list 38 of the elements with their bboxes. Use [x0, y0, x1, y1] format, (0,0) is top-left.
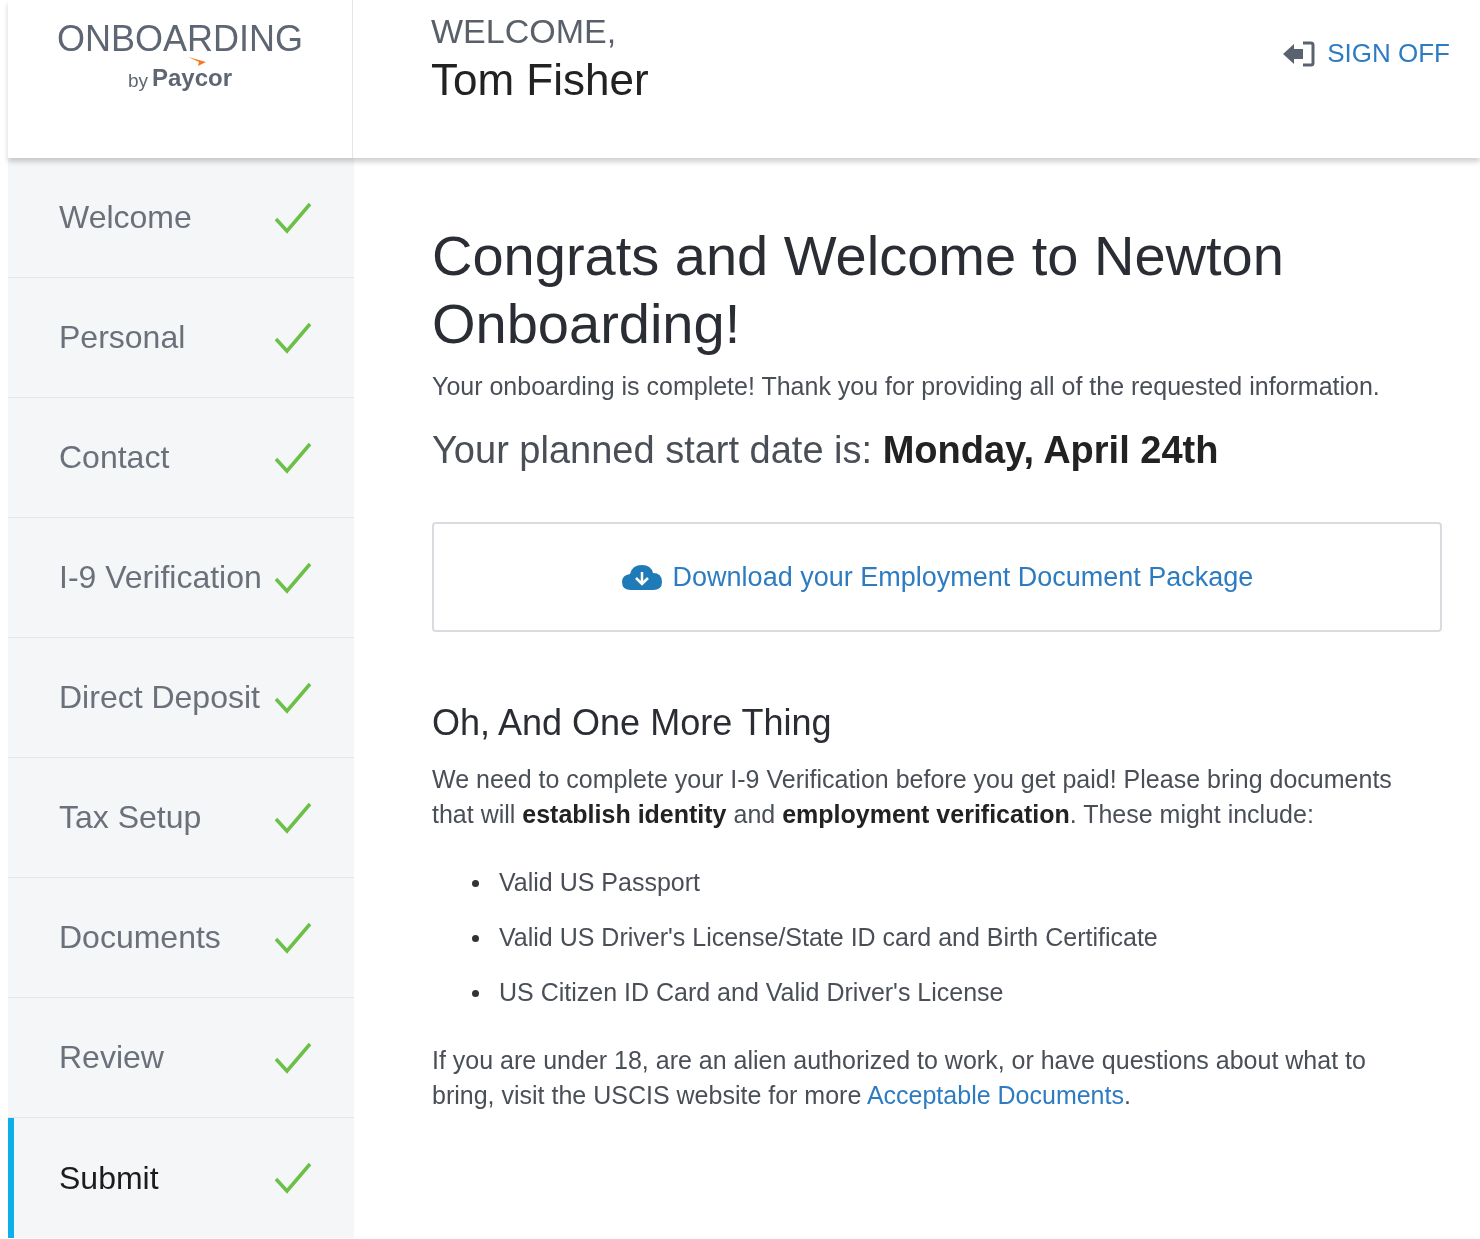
sidebar-item[interactable]: Welcome	[8, 158, 354, 278]
check-icon	[274, 561, 312, 594]
sign-off-button[interactable]: SIGN OFF	[1281, 38, 1450, 69]
check-icon	[274, 1041, 312, 1074]
document-item: Valid US Passport	[472, 868, 1442, 923]
sidebar-item[interactable]: Submit	[8, 1118, 354, 1238]
logo-title: ONBOARDING	[57, 18, 303, 60]
sign-out-icon	[1281, 39, 1316, 68]
section-heading: Oh, And One More Thing	[432, 702, 833, 744]
user-name: Tom Fisher	[431, 55, 650, 105]
sidebar-item[interactable]: I-9 Verification	[8, 518, 354, 638]
bird-icon	[188, 57, 206, 66]
note-text: We need to complete your I-9 Verification before you get paid! Please bring documents that will establish identity and employment verification. These might include:	[432, 764, 1393, 830]
document-item: Valid US Driver's License/State ID card and Birth Certificate	[472, 923, 1442, 978]
sidebar-item[interactable]: Direct Deposit	[8, 638, 354, 758]
cloud-download-icon	[620, 563, 663, 591]
download-button[interactable]: Download your Employment Document Package	[432, 522, 1442, 632]
document-item: US Citizen ID Card and Valid Driver's License	[472, 978, 1442, 1033]
check-icon	[274, 1162, 312, 1194]
sidebar-item[interactable]: Documents	[8, 878, 354, 998]
check-icon	[274, 441, 312, 474]
start-date-text: Your planned start date is: Monday, April 24th	[432, 429, 1220, 472]
intro-text: Your onboarding is complete! Thank you for providing all of the requested information.	[432, 372, 1381, 401]
check-icon	[274, 201, 312, 234]
sidebar-item[interactable]: Personal	[8, 278, 354, 398]
page-title: Congrats and Welcome to Newton Onboarding!	[432, 223, 1285, 357]
check-icon	[274, 321, 312, 354]
uscis-note: If you are under 18, are an alien authorized to work, or have questions about what to bring, visit the USCIS website for more Acceptable Documents.	[432, 1045, 1367, 1111]
sidebar-item[interactable]: Review	[8, 998, 354, 1118]
check-icon	[274, 681, 312, 714]
greeting: WELCOME,	[431, 12, 618, 51]
check-icon	[274, 801, 312, 834]
check-icon	[274, 921, 312, 954]
sidebar-item[interactable]: Tax Setup	[8, 758, 354, 878]
acceptable-documents-link[interactable]: Acceptable Documents	[866, 1081, 1124, 1109]
logo-brand: Paycor	[152, 64, 233, 91]
sidebar-item[interactable]: Contact	[8, 398, 354, 518]
logo-by: by	[127, 70, 148, 92]
